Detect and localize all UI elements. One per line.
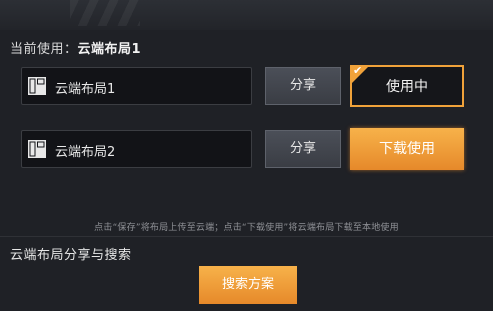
layout-slot-name: 云端布局2 xyxy=(55,145,116,160)
layout-slot-name: 云端布局1 xyxy=(55,82,116,97)
search-scheme-button[interactable]: 搜索方案 xyxy=(199,266,297,304)
top-backdrop xyxy=(0,0,493,30)
share-button[interactable]: 分享 xyxy=(265,130,341,168)
in-use-button[interactable]: ✔ 使用中 xyxy=(350,64,464,107)
hint-text: 点击“保存”将布局上传至云端；点击“下载使用”将云端布局下载至本地使用 xyxy=(94,223,399,233)
layout-row-2: 云端布局2 分享 下载使用 xyxy=(0,128,493,172)
current-layout-label: 当前使用：云端布局1 xyxy=(10,38,141,57)
section-divider xyxy=(0,236,493,237)
in-use-label: 使用中 xyxy=(386,79,428,95)
layout-grid-icon xyxy=(28,140,46,158)
layout-grid-icon xyxy=(28,77,46,95)
layout-slot-1[interactable]: 云端布局1 xyxy=(21,67,252,105)
layout-slot-2[interactable]: 云端布局2 xyxy=(21,130,252,168)
share-button[interactable]: 分享 xyxy=(265,67,341,105)
current-layout-value: 云端布局1 xyxy=(77,42,142,57)
download-use-button[interactable]: 下载使用 xyxy=(350,128,464,170)
current-layout-prefix: 当前使用： xyxy=(10,42,78,57)
layout-row-1: 云端布局1 分享 ✔ 使用中 xyxy=(0,64,493,109)
section-title: 云端布局分享与搜索 xyxy=(10,248,132,263)
check-icon: ✔ xyxy=(353,64,363,77)
